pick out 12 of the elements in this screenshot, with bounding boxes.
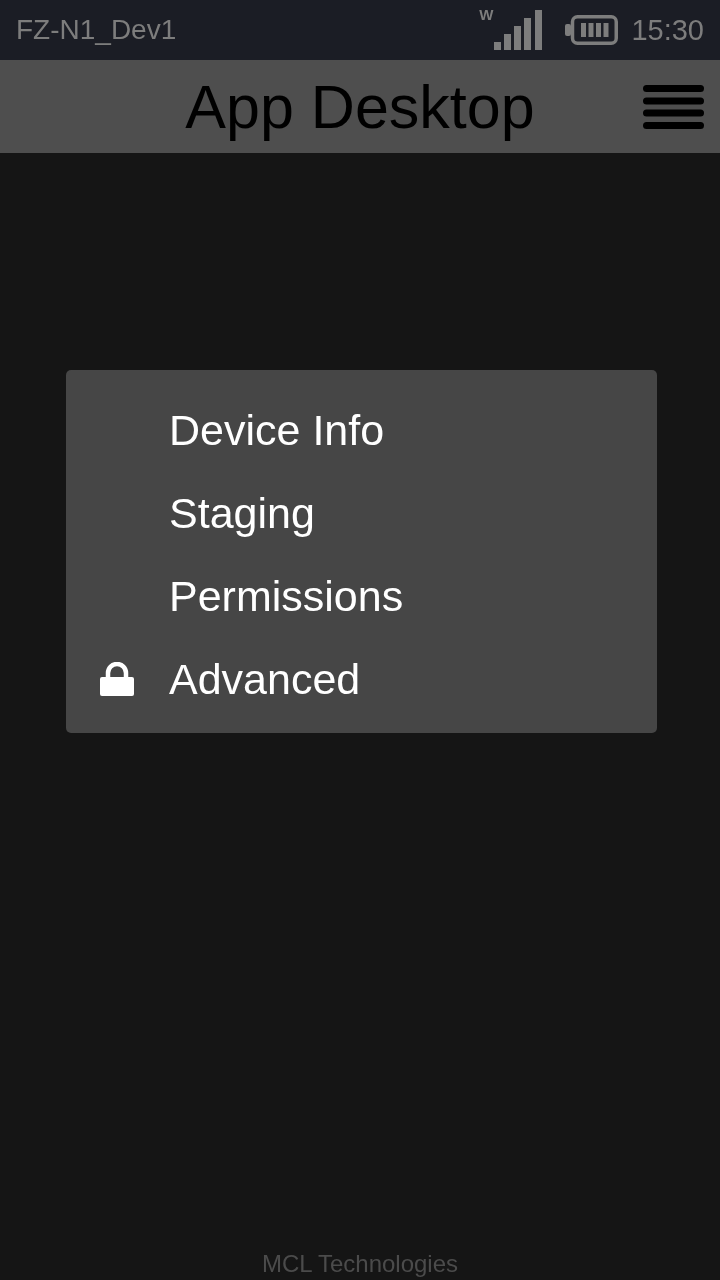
signal-icon — [494, 10, 543, 50]
battery-icon — [565, 15, 619, 45]
menu-icon — [643, 84, 704, 129]
app-title: App Desktop — [185, 71, 535, 142]
device-name: FZ-N1_Dev1 — [16, 14, 177, 46]
menu-item[interactable]: Advanced — [66, 637, 657, 720]
menu-item[interactable]: Device Info — [66, 388, 657, 471]
menu-item[interactable]: Staging — [66, 471, 657, 554]
menu-button[interactable] — [643, 84, 704, 129]
menu-item[interactable]: Permissions — [66, 554, 657, 637]
network-type-label: W — [479, 7, 494, 22]
clock-time: 15:30 — [631, 14, 704, 46]
